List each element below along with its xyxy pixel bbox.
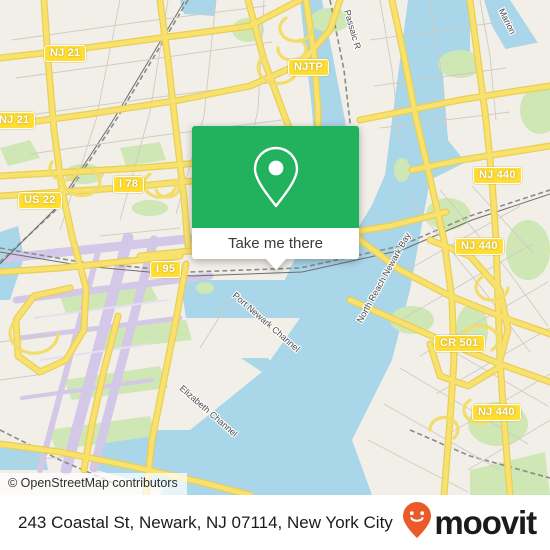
osm-attribution[interactable]: © OpenStreetMap contributors xyxy=(0,473,187,495)
popup-tail xyxy=(265,259,286,270)
road-shield: NJTP xyxy=(288,59,329,76)
road-shield: US 22 xyxy=(18,192,62,209)
road-shield: NJ 440 xyxy=(472,404,521,421)
map-pin-icon xyxy=(249,144,303,210)
road-shield: NJ 21 xyxy=(44,45,87,62)
take-me-there-label: Take me there xyxy=(227,234,324,252)
location-popup[interactable]: Take me there xyxy=(192,126,359,270)
road-shield: NJ 440 xyxy=(455,238,504,255)
road-shield: I 78 xyxy=(113,176,145,193)
address-label: 243 Coastal St, Newark, NJ 07114, New Yo… xyxy=(18,512,393,532)
moovit-smiley-pin-icon xyxy=(402,501,432,544)
road-shield: I 95 xyxy=(150,261,182,278)
road-shield: CR 501 xyxy=(434,335,485,352)
moovit-logo[interactable]: moovit xyxy=(402,501,537,544)
road-shield: NJ 440 xyxy=(473,167,522,184)
map-screenshot: NJ 21 NJ 21 NJTP US 22 I 78 I 95 NJ 440 … xyxy=(0,0,550,550)
moovit-wordmark: moovit xyxy=(434,504,537,541)
popup-header xyxy=(192,126,359,228)
road-shield: NJ 21 xyxy=(0,112,36,129)
popup-action[interactable]: Take me there xyxy=(192,228,359,270)
footer-bar: 243 Coastal St, Newark, NJ 07114, New Yo… xyxy=(0,495,550,550)
